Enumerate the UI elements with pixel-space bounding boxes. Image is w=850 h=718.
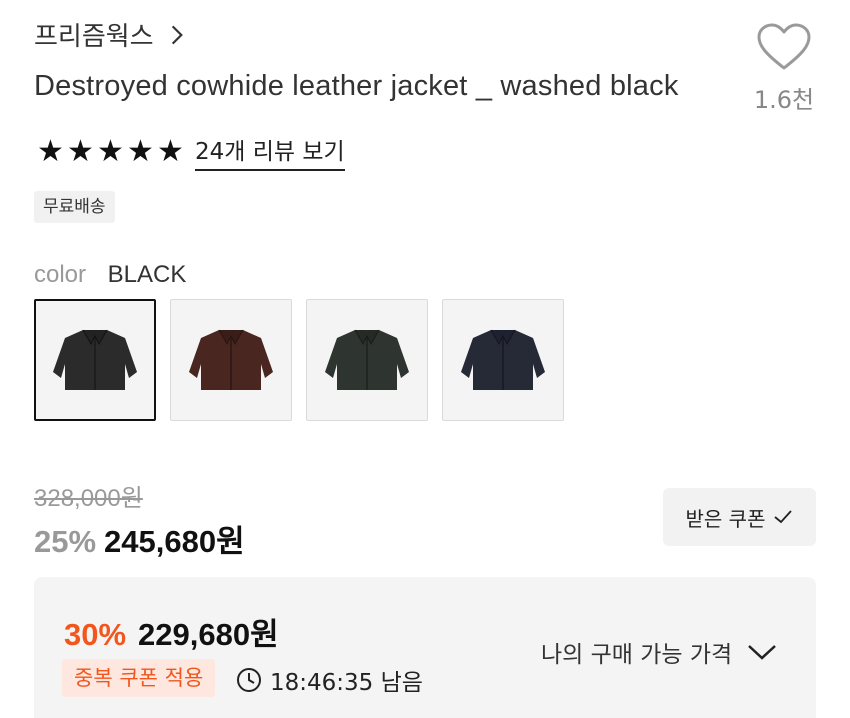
wishlist-count: 1.6천: [753, 86, 815, 114]
discount-rate: 25%: [34, 524, 97, 559]
jacket-thumbnail: [189, 329, 273, 390]
heart-icon: [757, 23, 811, 70]
color-selected-value: BLACK: [107, 261, 187, 288]
star-icon: ★: [97, 133, 124, 169]
color-swatch-navy[interactable]: [442, 299, 564, 421]
color-label: color: [34, 261, 87, 288]
color-swatch-brown[interactable]: [170, 299, 292, 421]
review-link[interactable]: 24개 리뷰 보기: [195, 132, 345, 171]
benefit-price-panel: 30% 229,680원 중복 쿠폰 적용 18:46:35 남음 나의 구매 …: [34, 577, 816, 718]
color-swatch-black[interactable]: [34, 299, 156, 421]
my-price-toggle[interactable]: 나의 구매 가능 가격: [541, 635, 778, 669]
color-selector-label: color BLACK: [34, 260, 186, 289]
star-icon: ★: [37, 133, 64, 169]
countdown-timer: 18:46:35 남음: [236, 663, 423, 697]
star-icon: ★: [127, 133, 154, 169]
rating-row: ★ ★ ★ ★ ★ 24개 리뷰 보기: [36, 132, 345, 171]
chevron-down-icon: [748, 645, 777, 660]
chevron-right-icon: [171, 25, 183, 44]
brand-name: 프리즘웍스: [34, 22, 154, 52]
color-swatches: [34, 299, 564, 421]
jacket-thumbnail: [461, 329, 545, 390]
original-price: 328,000원: [34, 485, 143, 512]
check-icon: [774, 510, 793, 524]
my-price-label: 나의 구매 가능 가격: [541, 642, 733, 668]
free-shipping-badge: 무료배송: [34, 191, 115, 223]
sale-price: 245,680원: [104, 524, 245, 559]
jacket-thumbnail: [325, 329, 409, 390]
star-icon: ★: [67, 133, 94, 169]
received-coupon-button[interactable]: 받은 쿠폰: [663, 488, 816, 546]
benefit-discount-rate: 30%: [64, 617, 127, 652]
sale-price-row: 25% 245,680원: [34, 516, 245, 561]
star-rating: ★ ★ ★ ★ ★: [36, 133, 185, 169]
duplicate-coupon-badge: 중복 쿠폰 적용: [62, 659, 216, 697]
benefit-price: 229,680원: [138, 617, 279, 652]
jacket-thumbnail: [53, 329, 137, 390]
star-icon: ★: [157, 133, 184, 169]
product-title: Destroyed cowhide leather jacket _ washe…: [34, 70, 679, 102]
timer-text: 18:46:35 남음: [270, 670, 423, 696]
brand-link[interactable]: 프리즘웍스: [34, 16, 190, 53]
coupon-label: 받은 쿠폰: [685, 506, 766, 531]
benefit-price-row: 30% 229,680원: [64, 609, 279, 654]
clock-icon: [237, 668, 261, 692]
color-swatch-dark-green[interactable]: [306, 299, 428, 421]
wishlist-button[interactable]: 1.6천: [748, 22, 820, 115]
